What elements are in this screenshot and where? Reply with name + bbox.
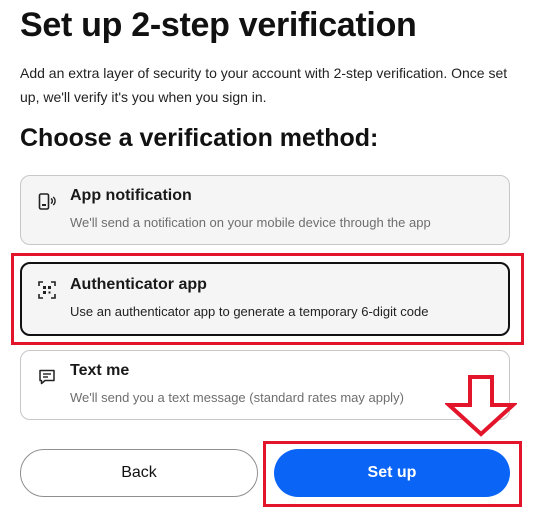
down-arrow-annotation-icon xyxy=(445,375,517,437)
option-title: Text me xyxy=(70,362,130,379)
back-button[interactable]: Back xyxy=(20,449,258,497)
phone-notification-icon xyxy=(37,192,57,212)
option-authenticator-app[interactable]: Authenticator app Use an authenticator a… xyxy=(20,262,510,336)
setup-button[interactable]: Set up xyxy=(274,449,510,497)
option-description: We'll send a notification on your mobile… xyxy=(70,215,431,230)
option-description: We'll send you a text message (standard … xyxy=(70,390,404,405)
message-icon xyxy=(37,367,57,387)
qr-scan-icon xyxy=(37,280,57,300)
option-description: Use an authenticator app to generate a t… xyxy=(70,304,429,319)
two-step-verification-page: Set up 2-step verification Add an extra … xyxy=(0,0,540,518)
option-text-me[interactable]: Text me We'll send you a text message (s… xyxy=(20,350,510,420)
option-title: Authenticator app xyxy=(70,276,207,293)
page-subtitle: Add an extra layer of security to your a… xyxy=(20,65,508,105)
page-title: Set up 2-step verification xyxy=(20,6,417,44)
option-title: App notification xyxy=(70,187,192,204)
section-heading: Choose a verification method: xyxy=(20,124,379,152)
option-app-notification[interactable]: App notification We'll send a notificati… xyxy=(20,175,510,245)
